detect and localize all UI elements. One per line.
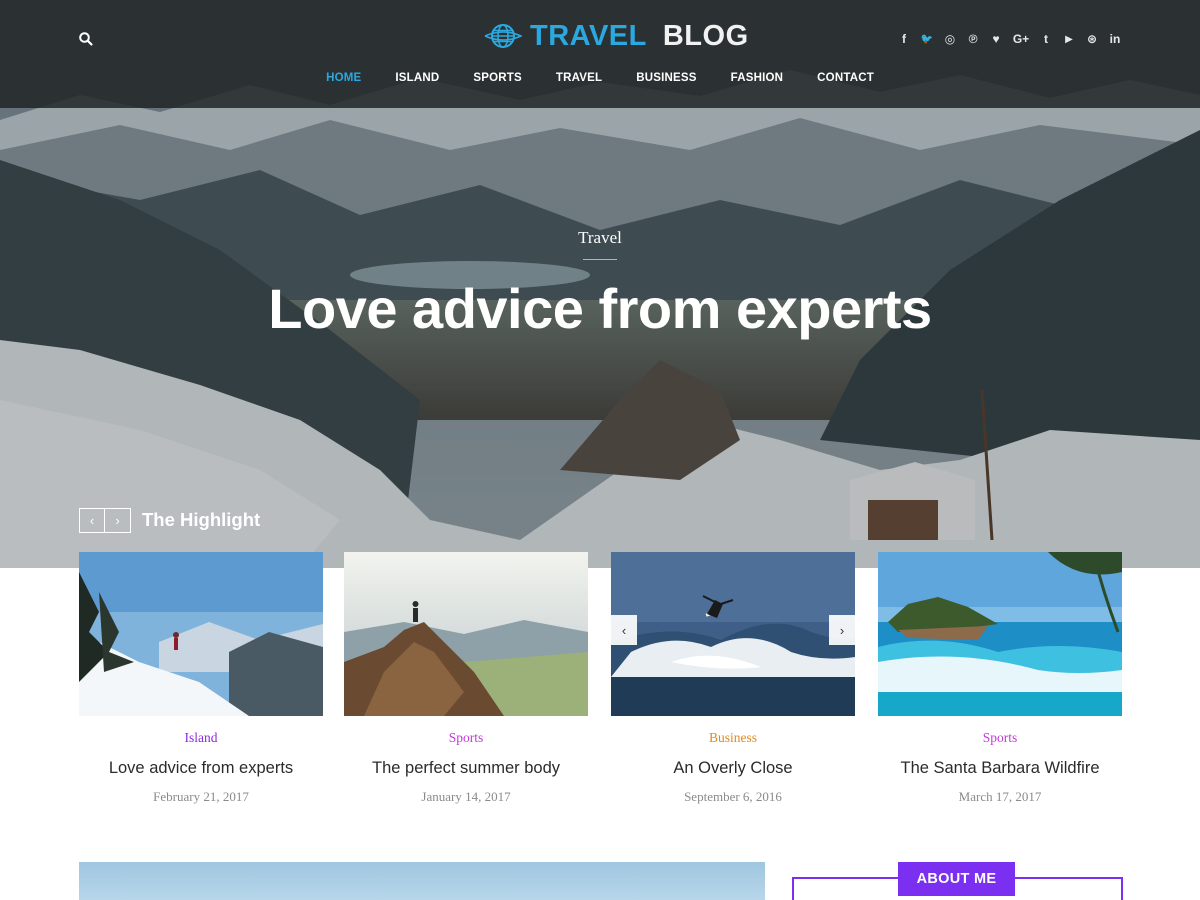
chevron-left-icon: ‹ — [621, 622, 627, 638]
card-title[interactable]: The perfect summer body — [344, 759, 588, 778]
card-date: January 14, 2017 — [421, 789, 511, 804]
social-links: f 🐦 ◎ ℗ ♥ G+ t ▶ ⊛ in — [897, 31, 1122, 47]
facebook-icon[interactable]: f — [897, 31, 911, 47]
card-title[interactable]: Love advice from experts — [79, 759, 323, 778]
search-icon[interactable] — [78, 31, 94, 47]
tumblr-icon[interactable]: t — [1039, 31, 1053, 47]
card-image[interactable] — [878, 552, 1122, 716]
globe-icon — [484, 24, 522, 48]
dribbble-icon[interactable]: ⊛ — [1085, 31, 1099, 47]
highlight-card: ‹ › Business An Overly Close September 6… — [611, 552, 855, 812]
card-category[interactable]: Sports — [344, 730, 588, 746]
card-category[interactable]: Island — [79, 730, 323, 746]
nav-item-contact[interactable]: CONTACT — [800, 72, 891, 84]
logo-word-travel: TRAVEL — [530, 19, 647, 52]
logo-word-blog: BLOG — [662, 19, 749, 52]
card-image[interactable]: ‹ › — [611, 552, 855, 716]
twitter-icon[interactable]: 🐦 — [920, 31, 934, 47]
card-image-prev-button[interactable]: ‹ — [611, 615, 637, 645]
card-date: September 6, 2016 — [684, 789, 782, 804]
highlight-next-button[interactable]: › — [105, 508, 131, 533]
card-title[interactable]: The Santa Barbara Wildfire — [878, 759, 1122, 778]
card-category[interactable]: Business — [611, 730, 855, 746]
card-image[interactable] — [344, 552, 588, 716]
card-title[interactable]: An Overly Close — [611, 759, 855, 778]
nav-item-fashion[interactable]: FASHION — [714, 72, 801, 84]
card-image-next-button[interactable]: › — [829, 615, 855, 645]
youtube-icon[interactable]: ▶ — [1062, 31, 1076, 47]
instagram-icon[interactable]: ◎ — [943, 31, 957, 47]
nav-item-sports[interactable]: SPORTS — [456, 72, 539, 84]
highlight-card: Sports The Santa Barbara Wildfire March … — [878, 552, 1122, 812]
chevron-left-icon: ‹ — [89, 513, 95, 528]
chevron-right-icon: › — [115, 513, 120, 528]
card-image[interactable] — [79, 552, 323, 716]
google-plus-icon[interactable]: G+ — [1012, 31, 1030, 47]
card-category[interactable]: Sports — [878, 730, 1122, 746]
main-nav: HOME ISLAND SPORTS TRAVEL BUSINESS FASHI… — [0, 72, 1200, 84]
hero-category[interactable]: Travel — [0, 228, 1200, 248]
card-date: March 17, 2017 — [958, 789, 1042, 804]
highlight-arrows: ‹ › — [79, 508, 131, 533]
highlight-title: The Highlight — [142, 509, 261, 530]
nav-item-business[interactable]: BUSINESS — [619, 72, 713, 84]
chevron-right-icon: › — [839, 622, 845, 638]
heart-icon[interactable]: ♥ — [989, 31, 1003, 47]
hero-divider — [583, 259, 617, 260]
highlight-card: Island Love advice from experts February… — [79, 552, 323, 812]
highlight-card: Sports The perfect summer body January 1… — [344, 552, 588, 812]
linkedin-icon[interactable]: in — [1108, 31, 1122, 47]
nav-item-island[interactable]: ISLAND — [378, 72, 456, 84]
nav-item-home[interactable]: HOME — [309, 72, 378, 84]
pinterest-icon[interactable]: ℗ — [966, 31, 980, 47]
card-date: February 21, 2017 — [153, 789, 249, 804]
site-logo[interactable]: TRAVEL BLOG — [484, 18, 749, 54]
hero-title[interactable]: Love advice from experts — [0, 276, 1200, 341]
nav-item-travel[interactable]: TRAVEL — [539, 72, 619, 84]
featured-post-image[interactable] — [79, 862, 765, 900]
highlight-prev-button[interactable]: ‹ — [79, 508, 105, 533]
site-header: TRAVEL BLOG f 🐦 ◎ ℗ ♥ G+ t ▶ ⊛ in HOME I… — [0, 0, 1200, 108]
about-me-heading[interactable]: ABOUT ME — [898, 862, 1015, 896]
